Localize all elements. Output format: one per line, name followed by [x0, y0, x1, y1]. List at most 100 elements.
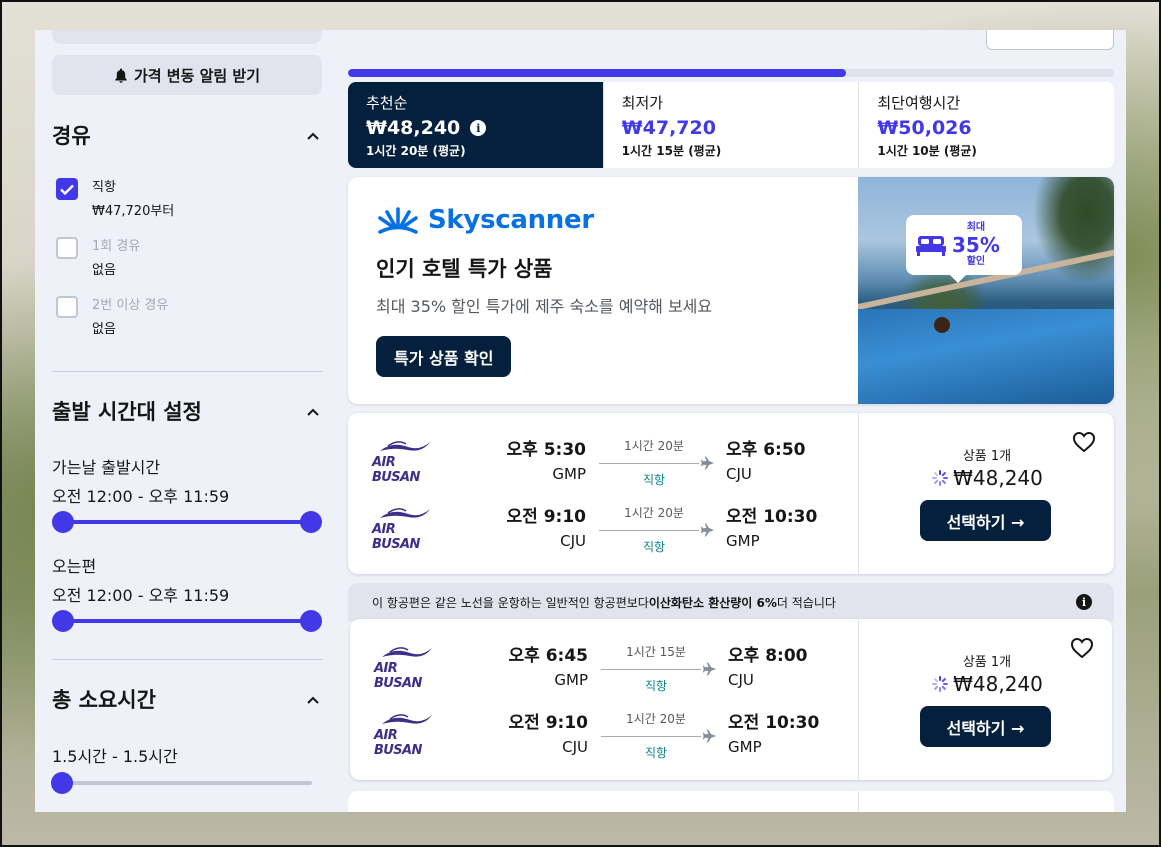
hotel-pool-image: 최대 35% 할인: [858, 177, 1114, 404]
airline-logo: AIR BUSAN: [372, 506, 434, 552]
two-plus-stops-checkbox[interactable]: [56, 296, 78, 318]
plane-icon: [703, 662, 716, 676]
flight-result-card-partial[interactable]: [348, 791, 1114, 812]
chevron-up-icon[interactable]: [307, 408, 319, 416]
airline-logo: AIR BUSAN: [374, 645, 436, 691]
arrival: 오후 8:00 CJU: [728, 641, 807, 689]
tab-price-value: ₩48,240: [366, 117, 461, 139]
outbound-range: 오전 12:00 - 오후 11:59: [52, 487, 230, 506]
slider-min-handle[interactable]: [52, 610, 74, 632]
arrival-airport: CJU: [726, 465, 752, 483]
slider-min-handle[interactable]: [52, 511, 74, 533]
departure: 오전 9:10 CJU: [507, 502, 586, 550]
air-busan-wing-icon: [382, 714, 432, 724]
departure-airport: GMP: [554, 671, 588, 689]
flight-result-card[interactable]: AIR BUSAN 오후 5:30 GMP 1시간 20분 직항 오후 6:50…: [348, 413, 1114, 574]
flight-itinerary: AIR BUSAN 오후 5:30 GMP 1시간 20분 직항 오후 6:50…: [348, 413, 858, 574]
return-label: 오는편: [52, 557, 97, 576]
return-time-slider[interactable]: [52, 610, 322, 632]
co2-text-before: 이 항공편은 같은 노선을 운항하는 일반적인 항공편보다: [372, 595, 649, 610]
outbound-leg: AIR BUSAN 오후 6:45 GMP 1시간 15분 직항 오후 8:00…: [350, 633, 860, 693]
slider-max-handle[interactable]: [300, 610, 322, 632]
stop-option-price: 없음: [92, 322, 116, 337]
results-panel: 가격 변동 알림 받기 경유 직항 ₩47,720부터 1회 경유 없음 2번 …: [35, 30, 1126, 812]
select-flight-button[interactable]: 선택하기 →: [920, 500, 1051, 541]
stop-option-label: 1회 경유: [92, 239, 141, 254]
co2-text-bold: 이산화탄소 환산량이 6%: [648, 595, 777, 610]
tab-duration: 1시간 10분 (평균): [877, 144, 977, 158]
divider: [52, 371, 322, 372]
arrival: 오후 6:50 CJU: [726, 435, 805, 483]
arrival: 오전 10:30 GMP: [726, 502, 817, 550]
tab-cheapest[interactable]: 최저가 ₩47,720 1시간 15분 (평균): [602, 82, 859, 168]
discount-badge: 최대 35% 할인: [906, 215, 1022, 283]
tab-label: 추천순: [366, 94, 408, 112]
stops-label: 직항: [644, 746, 668, 760]
departure-airport: CJU: [562, 738, 588, 756]
sidebar-top-card: [52, 30, 322, 44]
checkmark-icon: [60, 184, 74, 195]
discount-percent: 35%: [952, 233, 1000, 257]
discount-suffix: 할인: [966, 256, 986, 267]
stop-option-price: 없음: [92, 263, 116, 278]
slider-max-handle[interactable]: [300, 511, 322, 533]
bed-icon: [916, 236, 946, 256]
stop-option-direct[interactable]: 직항 ₩47,720부터: [56, 178, 174, 222]
direct-checkbox[interactable]: [56, 178, 78, 200]
loading-spinner-icon: [932, 470, 949, 486]
duration-title: 총 소요시간: [52, 688, 156, 712]
arrival-airport: GMP: [728, 738, 762, 756]
hotel-deal-ad[interactable]: Skyscanner 인기 호텔 특가 상품 최대 35% 할인 특가에 제주 …: [348, 177, 1114, 404]
stop-option-label: 직항: [92, 180, 116, 195]
air-busan-wing-icon: [380, 441, 430, 451]
slider-handle[interactable]: [51, 772, 73, 794]
sort-dropdown[interactable]: [986, 30, 1114, 50]
select-flight-button[interactable]: 선택하기 →: [920, 706, 1051, 747]
info-icon[interactable]: i: [1076, 594, 1092, 610]
slider-track: [62, 781, 312, 785]
return-leg: AIR BUSAN 오전 9:10 CJU 1시간 20분 직항 오전 10:3…: [350, 700, 860, 760]
arrival-airport: GMP: [726, 532, 760, 550]
flight-result-card[interactable]: AIR BUSAN 오후 6:45 GMP 1시간 15분 직항 오후 8:00…: [350, 619, 1112, 780]
discount-text: 최대 35% 할인: [952, 222, 1000, 268]
arrival-time: 오후 6:50: [726, 440, 806, 460]
flight-price: ₩48,240: [953, 466, 1043, 490]
skyscanner-logo: Skyscanner: [376, 205, 594, 235]
flight-duration-block: 1시간 15분 직항: [601, 643, 717, 694]
outbound-time-slider[interactable]: [52, 511, 322, 533]
departure: 오후 6:45 GMP: [509, 641, 588, 689]
departure-time: 오후 5:30: [506, 440, 586, 460]
price-alert-label: 가격 변동 알림 받기: [133, 66, 261, 85]
tab-recommended[interactable]: 추천순 ₩48,240 i 1시간 20분 (평균): [348, 82, 603, 168]
flight-duration: 1시간 20분: [624, 506, 684, 520]
one-stop-checkbox[interactable]: [56, 237, 78, 259]
price-alert-button[interactable]: 가격 변동 알림 받기: [52, 55, 322, 95]
flight-itinerary: AIR BUSAN 오후 6:45 GMP 1시간 15분 직항 오후 8:00…: [350, 619, 860, 780]
stop-option-one-stop[interactable]: 1회 경유 없음: [56, 237, 140, 281]
price-row: ₩48,240: [859, 466, 1114, 490]
plane-icon: [701, 523, 714, 537]
flight-price: ₩48,240: [953, 672, 1043, 696]
loading-spinner-icon: [932, 676, 949, 692]
chevron-up-icon[interactable]: [307, 132, 319, 140]
chevron-up-icon[interactable]: [307, 696, 319, 704]
search-progress-fill: [348, 69, 846, 77]
arrival: 오전 10:30 GMP: [728, 708, 819, 756]
tab-label: 최단여행시간: [877, 94, 961, 112]
stop-option-price: ₩47,720부터: [92, 204, 175, 219]
duration-slider[interactable]: [51, 772, 322, 794]
slider-track: [62, 619, 312, 623]
info-icon[interactable]: i: [470, 120, 487, 136]
departure: 오후 5:30 GMP: [507, 435, 586, 483]
flight-line: [599, 456, 714, 470]
flight-line: [601, 729, 716, 743]
tab-fastest[interactable]: 최단여행시간 ₩50,026 1시간 10분 (평균): [858, 82, 1114, 168]
departure-time: 오전 9:10: [508, 713, 588, 733]
slider-track: [62, 520, 312, 524]
view-deals-button[interactable]: 특가 상품 확인: [376, 336, 512, 377]
deal-count: 상품 1개: [962, 655, 1012, 670]
stops-title: 경유: [52, 124, 91, 148]
arrival-airport: CJU: [728, 671, 754, 689]
tab-duration: 1시간 15분 (평균): [621, 144, 722, 158]
stop-option-two-plus[interactable]: 2번 이상 경유 없음: [56, 296, 168, 340]
